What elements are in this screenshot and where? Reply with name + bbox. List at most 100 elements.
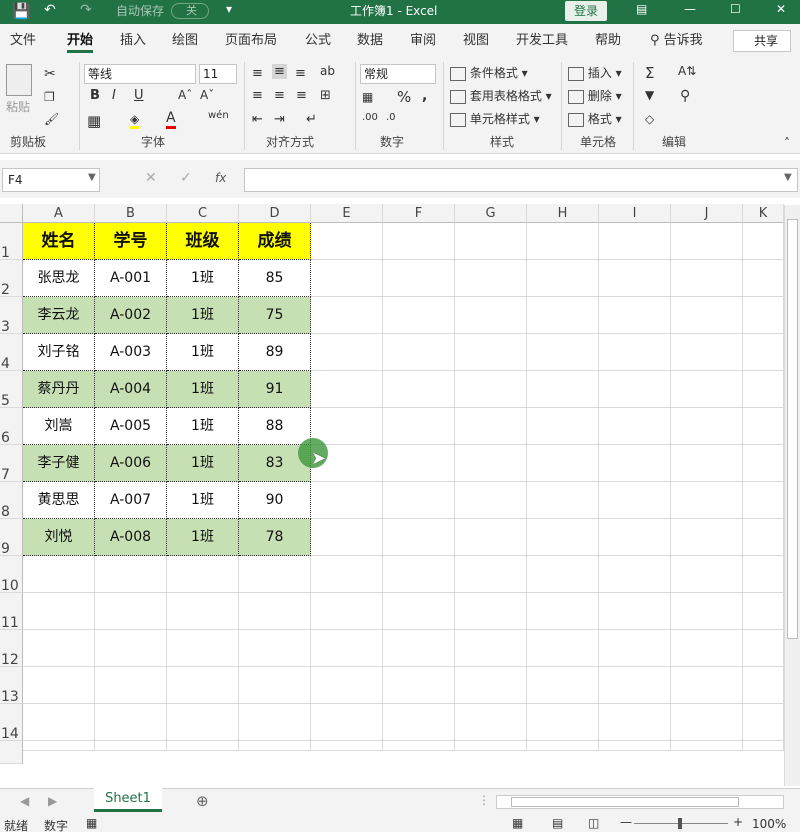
- cancel-icon[interactable]: ✕: [145, 170, 157, 186]
- empty-cell[interactable]: [527, 223, 599, 260]
- maximize-icon[interactable]: ☐: [730, 2, 741, 16]
- empty-cell[interactable]: [239, 593, 311, 630]
- accounting-format-icon[interactable]: ▦: [362, 90, 373, 104]
- copy-icon[interactable]: ❐: [44, 90, 55, 104]
- increase-indent-icon[interactable]: ⇥: [274, 112, 285, 127]
- split-handle-icon[interactable]: ⋮: [478, 793, 490, 807]
- empty-cell[interactable]: [383, 704, 455, 741]
- empty-cell[interactable]: [743, 482, 784, 519]
- table-cell[interactable]: A-008: [95, 519, 167, 556]
- empty-cell[interactable]: [23, 593, 95, 630]
- table-cell[interactable]: 75: [239, 297, 311, 334]
- formula-input[interactable]: [244, 168, 798, 192]
- empty-cell[interactable]: [311, 519, 383, 556]
- row-header[interactable]: 15: [0, 741, 23, 764]
- empty-cell[interactable]: [671, 593, 743, 630]
- table-cell[interactable]: 蔡丹丹: [23, 371, 95, 408]
- share-button[interactable]: 共享: [733, 30, 791, 52]
- empty-cell[interactable]: [167, 556, 239, 593]
- empty-cell[interactable]: [311, 408, 383, 445]
- row-header[interactable]: 1: [0, 223, 23, 261]
- align-left-icon[interactable]: ≡: [252, 88, 263, 103]
- cell-styles-button[interactable]: 单元格样式 ▾: [450, 110, 540, 127]
- empty-cell[interactable]: [743, 260, 784, 297]
- empty-cell[interactable]: [671, 260, 743, 297]
- row-header[interactable]: 5: [0, 371, 23, 409]
- table-cell[interactable]: 刘悦: [23, 519, 95, 556]
- empty-cell[interactable]: [599, 593, 671, 630]
- row-header[interactable]: 11: [0, 593, 23, 631]
- empty-cell[interactable]: [455, 223, 527, 260]
- empty-cell[interactable]: [743, 297, 784, 334]
- empty-cell[interactable]: [527, 741, 599, 751]
- empty-cell[interactable]: [671, 297, 743, 334]
- column-header[interactable]: E: [311, 204, 383, 223]
- align-bottom-icon[interactable]: ≡: [295, 66, 306, 81]
- tab-view[interactable]: 视图: [463, 24, 489, 56]
- empty-cell[interactable]: [743, 408, 784, 445]
- align-top-icon[interactable]: ≡: [252, 66, 263, 81]
- empty-cell[interactable]: [455, 371, 527, 408]
- empty-cell[interactable]: [599, 260, 671, 297]
- empty-cell[interactable]: [383, 482, 455, 519]
- align-middle-icon[interactable]: ≡: [272, 64, 287, 79]
- empty-cell[interactable]: [599, 334, 671, 371]
- empty-cell[interactable]: [599, 223, 671, 260]
- font-size-select[interactable]: 11: [199, 64, 237, 84]
- tab-developer[interactable]: 开发工具: [516, 24, 568, 56]
- empty-cell[interactable]: [527, 667, 599, 704]
- empty-cell[interactable]: [95, 667, 167, 704]
- insert-function-button[interactable]: fx: [215, 171, 226, 185]
- percent-button[interactable]: %: [397, 88, 411, 106]
- empty-cell[interactable]: [311, 482, 383, 519]
- wrap-text-icon[interactable]: ↵: [306, 112, 317, 127]
- decrease-font-icon[interactable]: Aˇ: [200, 88, 214, 102]
- table-cell[interactable]: 85: [239, 260, 311, 297]
- empty-cell[interactable]: [671, 667, 743, 704]
- vertical-scroll-thumb[interactable]: [787, 219, 798, 639]
- column-header[interactable]: D: [239, 204, 311, 223]
- table-cell[interactable]: A-007: [95, 482, 167, 519]
- empty-cell[interactable]: [383, 260, 455, 297]
- column-header[interactable]: A: [23, 204, 95, 223]
- table-cell[interactable]: A-005: [95, 408, 167, 445]
- collapse-ribbon-icon[interactable]: ˄: [784, 136, 790, 150]
- delete-cells-button[interactable]: 删除 ▾: [568, 87, 622, 104]
- empty-cell[interactable]: [599, 704, 671, 741]
- empty-cell[interactable]: [743, 556, 784, 593]
- horizontal-scrollbar[interactable]: [496, 795, 784, 809]
- table-cell[interactable]: 1班: [167, 334, 239, 371]
- sort-filter-icon[interactable]: A⇅: [678, 64, 696, 78]
- tab-draw[interactable]: 绘图: [172, 24, 198, 56]
- empty-cell[interactable]: [167, 667, 239, 704]
- table-cell[interactable]: 1班: [167, 371, 239, 408]
- empty-cell[interactable]: [743, 334, 784, 371]
- empty-cell[interactable]: [599, 667, 671, 704]
- empty-cell[interactable]: [599, 519, 671, 556]
- empty-cell[interactable]: [167, 741, 239, 751]
- minimize-icon[interactable]: —: [684, 2, 696, 16]
- table-cell[interactable]: A-002: [95, 297, 167, 334]
- empty-cell[interactable]: [167, 630, 239, 667]
- column-header[interactable]: H: [527, 204, 599, 223]
- column-header[interactable]: K: [743, 204, 784, 223]
- empty-cell[interactable]: [527, 260, 599, 297]
- macro-record-icon[interactable]: ▦: [86, 816, 97, 830]
- empty-cell[interactable]: [23, 741, 95, 751]
- table-header-cell[interactable]: 学号: [95, 223, 167, 260]
- empty-cell[interactable]: [167, 704, 239, 741]
- empty-cell[interactable]: [95, 630, 167, 667]
- format-as-table-button[interactable]: 套用表格格式 ▾: [450, 87, 552, 104]
- table-cell[interactable]: 89: [239, 334, 311, 371]
- empty-cell[interactable]: [527, 334, 599, 371]
- table-cell[interactable]: 78: [239, 519, 311, 556]
- empty-cell[interactable]: [527, 371, 599, 408]
- table-cell[interactable]: 李云龙: [23, 297, 95, 334]
- fill-icon[interactable]: ▼: [645, 88, 654, 102]
- undo-icon[interactable]: ↶: [44, 2, 56, 18]
- empty-cell[interactable]: [311, 630, 383, 667]
- autosave-toggle[interactable]: 关: [171, 3, 209, 19]
- empty-cell[interactable]: [527, 519, 599, 556]
- empty-cell[interactable]: [383, 593, 455, 630]
- zoom-level[interactable]: 100%: [752, 817, 786, 831]
